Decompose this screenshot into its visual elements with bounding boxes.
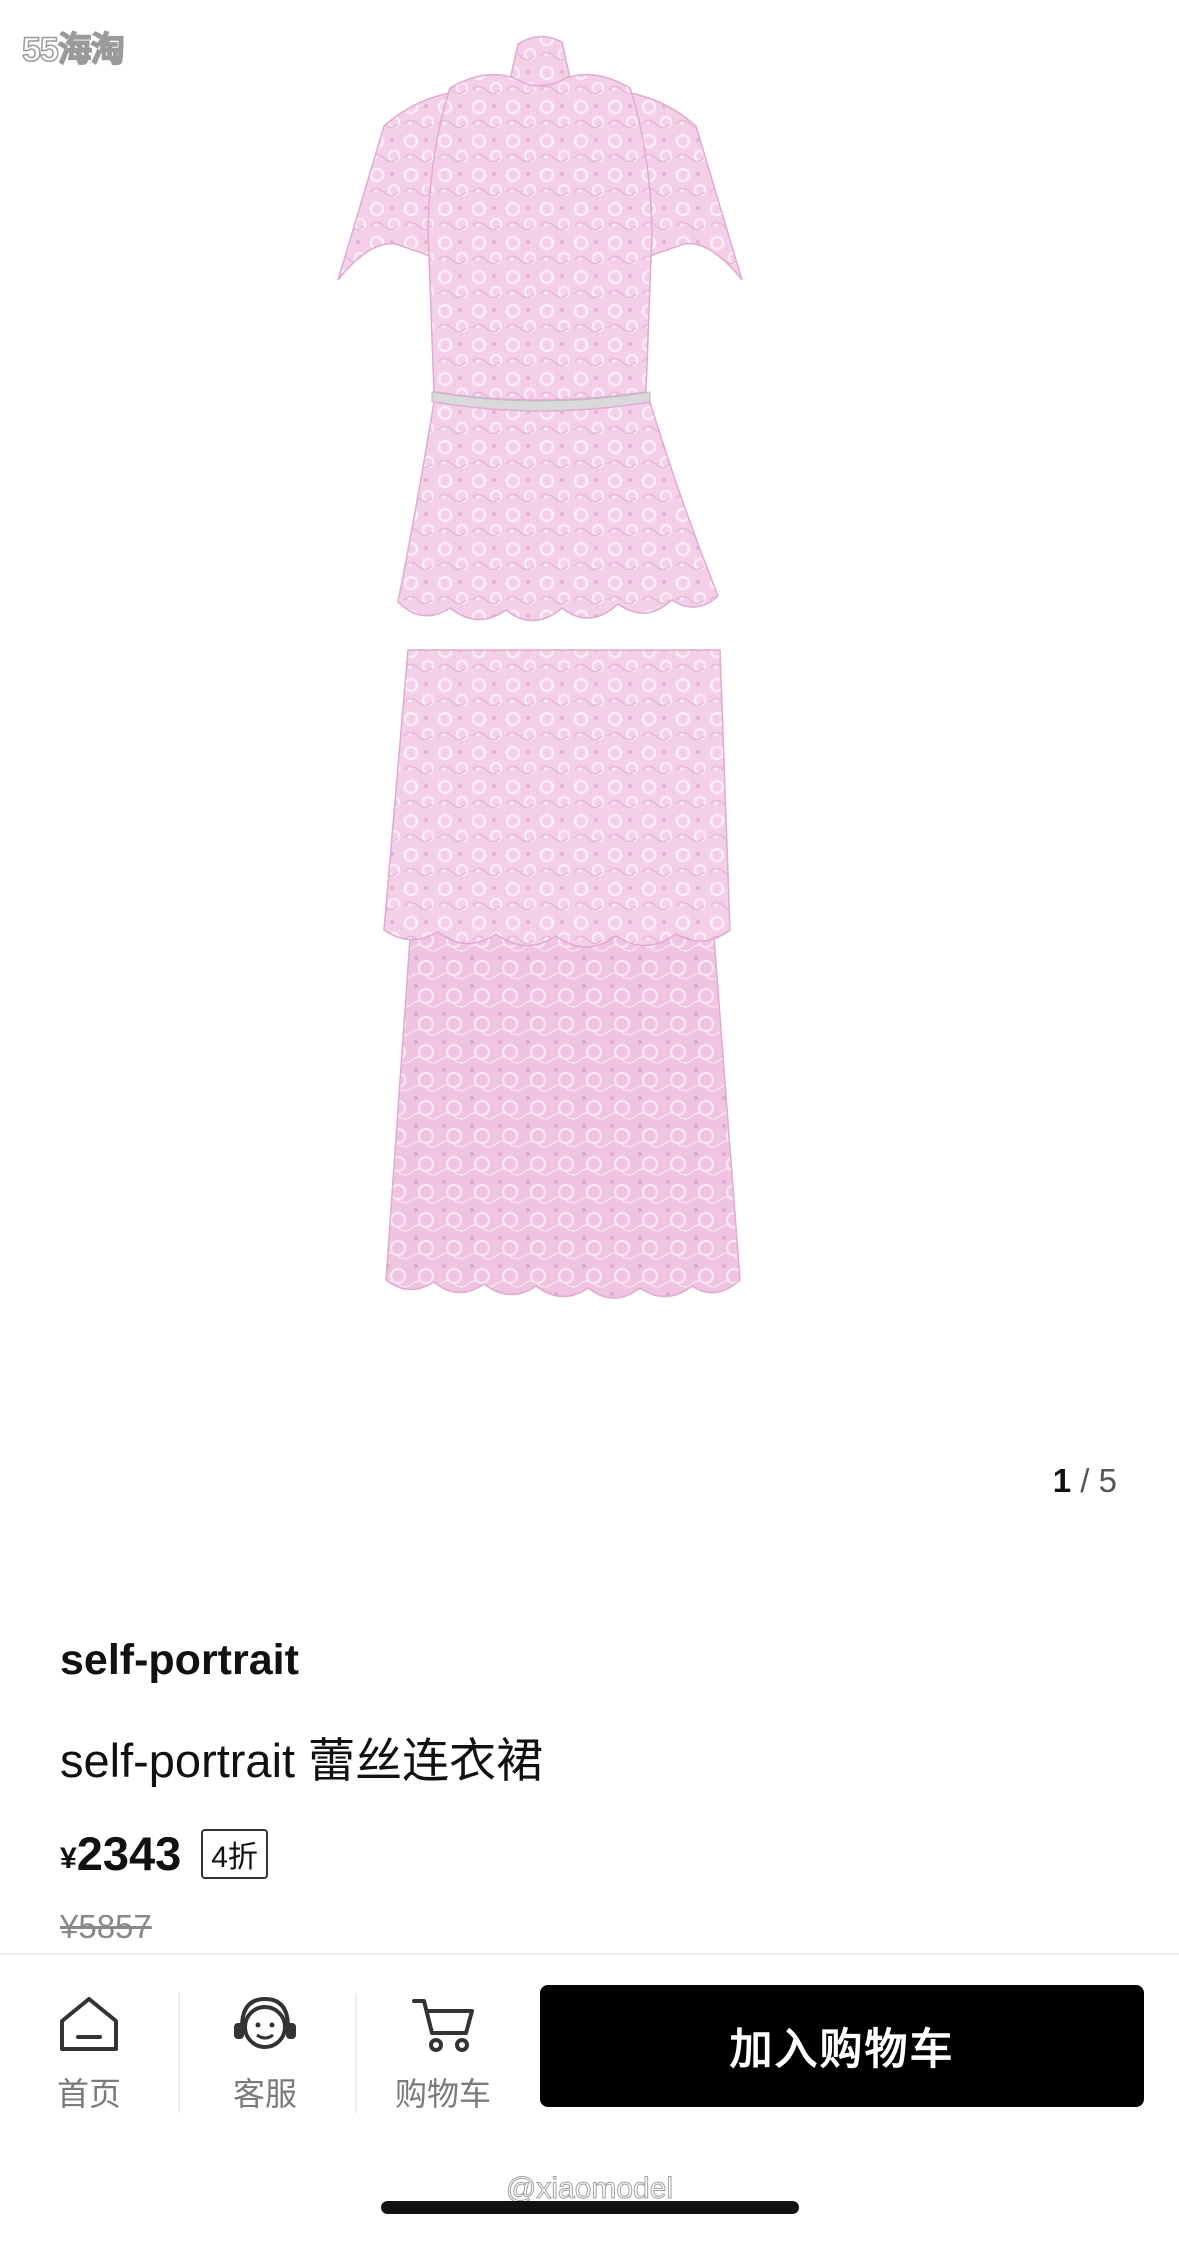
home-indicator[interactable] <box>381 2201 799 2214</box>
nav-home-label: 首页 <box>56 2076 121 2112</box>
bottom-action-bar: 首页 客服 购物车 加入购物车 <box>0 1955 1179 2155</box>
nav-customer-service[interactable]: 客服 <box>190 1993 340 2115</box>
nav-separator <box>355 1993 357 2113</box>
price-row: ¥ 2343 4折 <box>60 1826 268 1881</box>
pager-current: 1 <box>1052 1462 1072 1499</box>
shopping-cart-icon <box>412 1999 474 2052</box>
original-price: ¥5857 <box>60 1908 152 1945</box>
pager-total: 5 <box>1098 1462 1117 1499</box>
discount-badge: 4折 <box>201 1828 268 1879</box>
product-title: self-portrait 蕾丝连衣裙 <box>60 1734 544 1787</box>
nav-customer-service-label: 客服 <box>232 2076 297 2112</box>
nav-separator <box>178 1993 180 2113</box>
product-image[interactable] <box>300 30 880 1350</box>
pager-separator: / <box>1071 1462 1099 1499</box>
sale-price: 2343 <box>76 1827 182 1880</box>
nav-home[interactable]: 首页 <box>14 1993 164 2115</box>
image-pager: 1 / 5 <box>1053 1462 1117 1500</box>
nav-cart-label: 购物车 <box>394 2076 491 2112</box>
customer-service-icon <box>234 1996 296 2049</box>
brand-name[interactable]: self-portrait <box>60 1636 299 1685</box>
app-watermark: 55海淘 <box>21 30 125 70</box>
home-icon <box>60 1997 118 2051</box>
price-currency: ¥ <box>60 1841 77 1875</box>
add-to-cart-button[interactable]: 加入购物车 <box>540 1985 1144 2107</box>
nav-cart[interactable]: 购物车 <box>368 1993 518 2115</box>
